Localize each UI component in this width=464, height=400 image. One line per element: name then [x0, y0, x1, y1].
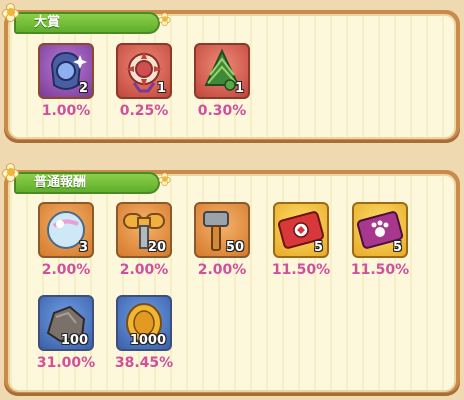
reward-item[interactable]: 5 11.50%: [350, 202, 410, 278]
item-quantity: 20: [147, 240, 166, 255]
item-quantity: 5: [313, 240, 323, 255]
item-frame: 100: [38, 295, 94, 351]
reward-item[interactable]: 1 0.30%: [192, 43, 252, 119]
grand-prize-title: 大賞: [14, 12, 160, 34]
reward-item[interactable]: 1000 38.45%: [114, 295, 174, 371]
reward-item[interactable]: 100 31.00%: [36, 295, 96, 371]
item-frame: 1000: [116, 295, 172, 351]
item-frame: 50: [194, 202, 250, 258]
reward-item[interactable]: 2 1.00%: [36, 43, 96, 119]
item-frame: 20: [116, 202, 172, 258]
item-drop-rate: 2.00%: [197, 262, 247, 278]
item-quantity: 1: [156, 81, 166, 96]
item-drop-rate: 2.00%: [119, 262, 169, 278]
item-quantity: 5: [392, 240, 402, 255]
normal-rewards-title: 普通報酬: [14, 172, 160, 194]
flower-decoration-icon: [158, 12, 172, 26]
item-quantity: 2: [78, 81, 88, 96]
reward-item[interactable]: 20 2.00%: [114, 202, 174, 278]
item-frame: 3: [38, 202, 94, 258]
item-drop-rate: 0.25%: [119, 103, 169, 119]
item-quantity: 1000: [129, 333, 166, 348]
item-drop-rate: 2.00%: [41, 262, 91, 278]
flower-decoration-icon: [2, 3, 20, 22]
flower-decoration-icon: [158, 172, 172, 186]
item-frame: 1: [194, 43, 250, 99]
reward-item[interactable]: 1 0.25%: [114, 43, 174, 119]
item-quantity: 100: [60, 333, 88, 348]
item-drop-rate: 11.50%: [350, 262, 410, 278]
item-frame: 5: [273, 202, 329, 258]
item-drop-rate: 38.45%: [114, 355, 174, 371]
reward-item[interactable]: 50 2.00%: [192, 202, 252, 278]
reward-item[interactable]: 5 11.50%: [271, 202, 331, 278]
item-quantity: 3: [78, 240, 88, 255]
item-quantity: 1: [234, 81, 244, 96]
reward-item[interactable]: 3 2.00%: [36, 202, 96, 278]
flower-decoration-icon: [2, 163, 20, 182]
item-drop-rate: 0.30%: [197, 103, 247, 119]
item-drop-rate: 1.00%: [41, 103, 91, 119]
item-drop-rate: 11.50%: [271, 262, 331, 278]
item-drop-rate: 31.00%: [36, 355, 96, 371]
item-frame: 5: [352, 202, 408, 258]
item-frame: 2: [38, 43, 94, 99]
item-quantity: 50: [225, 240, 244, 255]
item-frame: 1: [116, 43, 172, 99]
